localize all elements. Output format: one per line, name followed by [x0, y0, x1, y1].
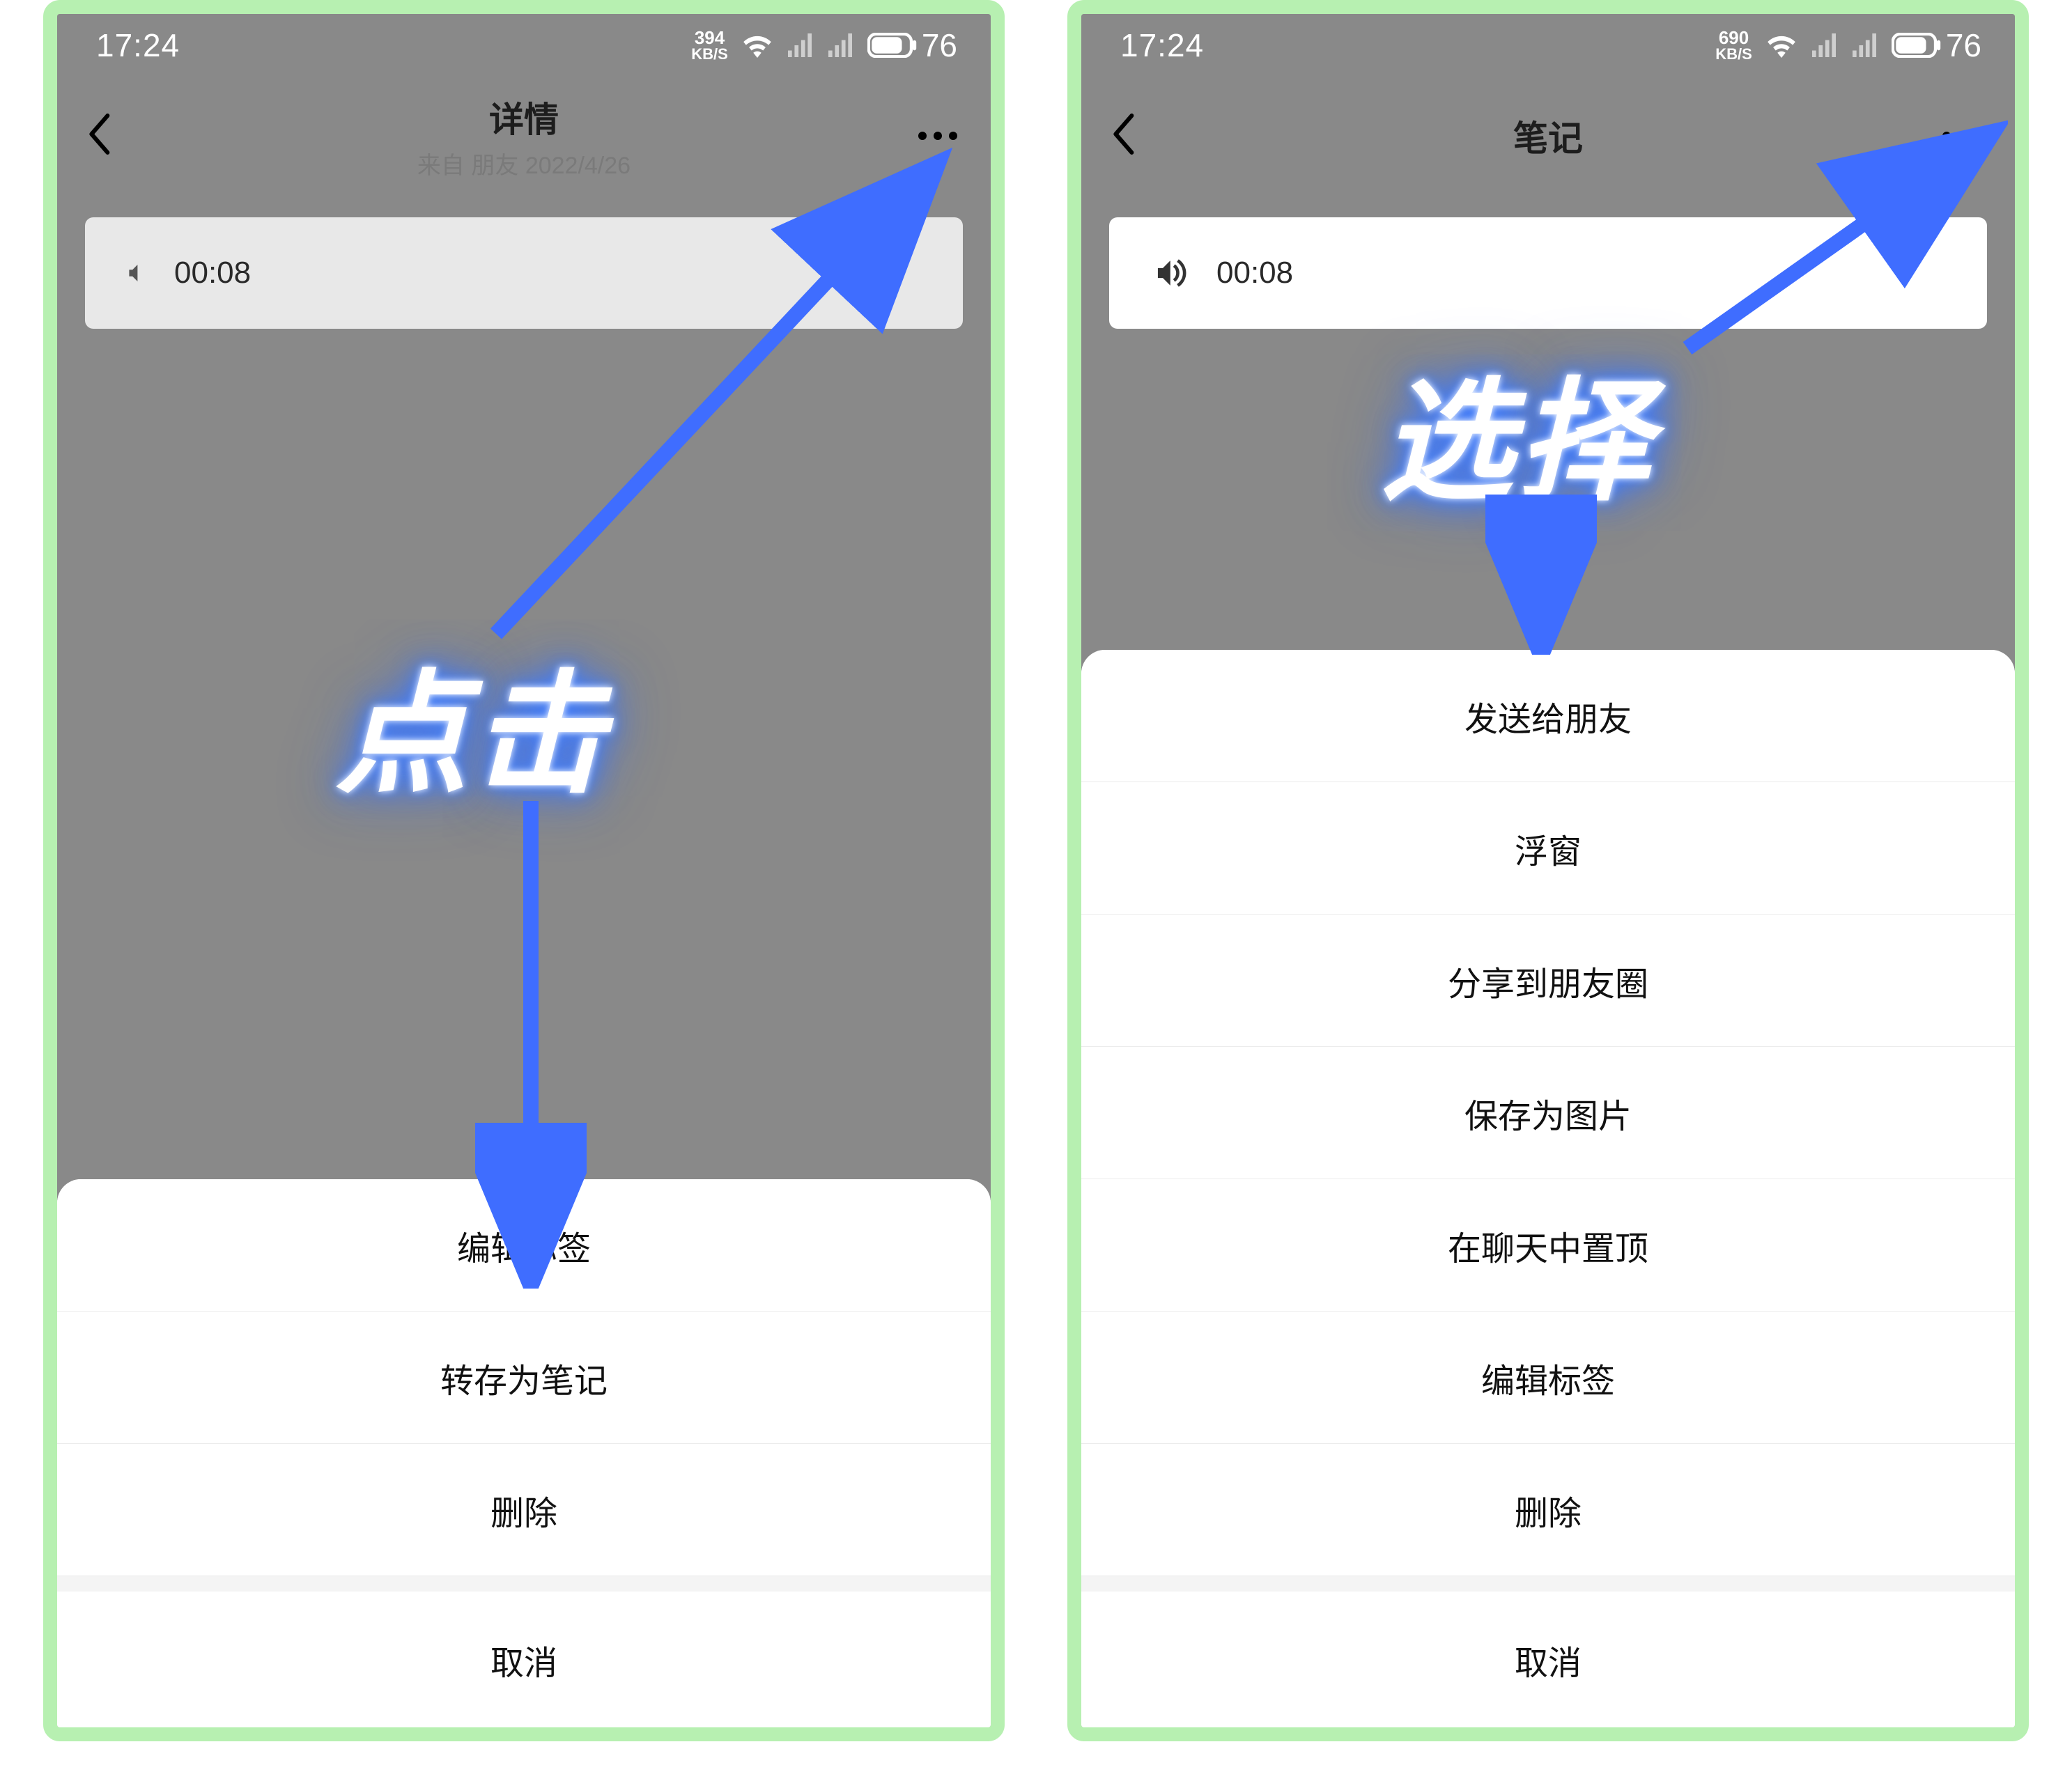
- clock: 17:24: [96, 26, 180, 64]
- more-button[interactable]: [918, 132, 957, 140]
- audio-duration: 00:08: [1216, 256, 1293, 290]
- network-speed: 690 KB/S: [1715, 29, 1752, 62]
- page-title: 笔记: [1513, 111, 1583, 161]
- more-button[interactable]: [1942, 132, 1981, 140]
- speaker-icon: [1150, 256, 1189, 290]
- wifi-icon: [742, 33, 773, 58]
- sheet-item-delete[interactable]: 删除: [57, 1444, 991, 1576]
- back-button[interactable]: [1111, 114, 1136, 159]
- audio-card[interactable]: 00:08: [1109, 217, 1987, 329]
- speaker-icon: [125, 260, 146, 286]
- page-title: 详情: [417, 92, 631, 142]
- sheet-divider: [57, 1576, 991, 1592]
- signal-icon: [1811, 33, 1837, 57]
- page-subtitle: 来自 朋友 2022/4/26: [417, 146, 631, 180]
- clock: 17:24: [1120, 26, 1204, 64]
- signal-icon: [827, 33, 853, 57]
- sheet-item-share-moments[interactable]: 分享到朋友圈: [1081, 915, 2015, 1047]
- phone-left: 17:24 394 KB/S 76: [43, 0, 1005, 1741]
- status-bar: 17:24 394 KB/S 76: [57, 14, 991, 77]
- battery-icon: 76: [867, 26, 957, 64]
- nav-bar: 详情 来自 朋友 2022/4/26: [57, 77, 991, 195]
- sheet-item-save-as-image[interactable]: 保存为图片: [1081, 1047, 2015, 1179]
- phone-right: 17:24 690 KB/S 76: [1067, 0, 2029, 1741]
- audio-duration: 00:08: [174, 256, 251, 290]
- sheet-item-edit-tags[interactable]: 编辑标签: [1081, 1312, 2015, 1444]
- nav-bar: 笔记: [1081, 77, 2015, 195]
- sheet-divider: [1081, 1576, 2015, 1592]
- network-speed: 394 KB/S: [691, 29, 728, 62]
- action-sheet: 编辑标签 转存为笔记 删除 取消: [57, 1179, 991, 1727]
- sheet-cancel[interactable]: 取消: [1081, 1592, 2015, 1727]
- sheet-item-delete[interactable]: 删除: [1081, 1444, 2015, 1576]
- signal-icon: [1851, 33, 1878, 57]
- battery-icon: 76: [1892, 26, 1981, 64]
- back-button[interactable]: [86, 114, 111, 159]
- sheet-item-floating-window[interactable]: 浮窗: [1081, 782, 2015, 915]
- sheet-item-send-to-friend[interactable]: 发送给朋友: [1081, 650, 2015, 782]
- sheet-item-edit-tags[interactable]: 编辑标签: [57, 1179, 991, 1312]
- status-bar: 17:24 690 KB/S 76: [1081, 14, 2015, 77]
- sheet-cancel[interactable]: 取消: [57, 1592, 991, 1727]
- audio-card[interactable]: 00:08: [85, 217, 963, 329]
- action-sheet: 发送给朋友 浮窗 分享到朋友圈 保存为图片 在聊天中置顶 编辑标签 删除 取消: [1081, 650, 2015, 1727]
- sheet-item-save-as-note[interactable]: 转存为笔记: [57, 1312, 991, 1444]
- sheet-item-pin-in-chat[interactable]: 在聊天中置顶: [1081, 1179, 2015, 1312]
- wifi-icon: [1766, 33, 1797, 58]
- signal-icon: [787, 33, 813, 57]
